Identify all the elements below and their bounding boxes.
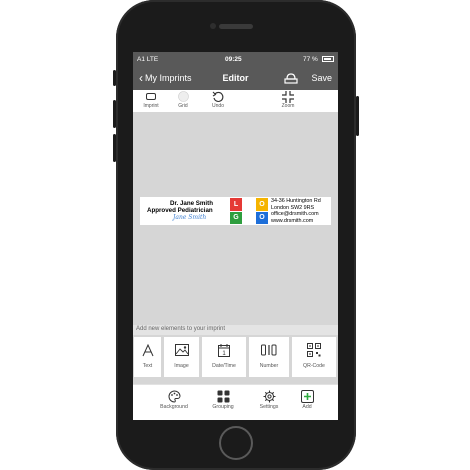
add-number-label: Number xyxy=(259,363,279,369)
navigation-bar: ‹ My Imprints Editor Save xyxy=(133,68,338,90)
address-line: 34-36 Huntington Rd xyxy=(271,198,321,204)
tab-grouping[interactable]: Grouping xyxy=(204,389,242,410)
logo-letter: O xyxy=(256,211,268,224)
gear-icon xyxy=(263,390,275,403)
logo-letter: L xyxy=(230,198,242,211)
tab-add[interactable]: Add xyxy=(288,389,326,410)
add-elements-row: Text Image 1 Date/Time Number QR-Code xyxy=(133,335,338,382)
imprint-icon xyxy=(146,93,156,100)
tool-grid-label: Grid xyxy=(178,103,188,109)
add-qr-code-label: QR-Code xyxy=(303,363,325,369)
calendar-icon: 1 xyxy=(218,343,230,357)
earpiece-speaker xyxy=(219,24,253,29)
zoom-icon xyxy=(282,90,294,103)
front-camera xyxy=(210,23,216,29)
imprint-address[interactable]: 34-36 Huntington Rd London SW2 9RS offic… xyxy=(271,198,321,224)
app-screen: A1 LTE 09:25 77 % ‹ My Imprints Editor S… xyxy=(133,52,338,420)
status-bar: A1 LTE 09:25 77 % xyxy=(133,52,338,68)
add-date-label: Date/Time xyxy=(212,363,236,369)
side-button-left-3 xyxy=(113,134,116,162)
battery-percent: 77 % xyxy=(303,56,318,63)
tab-add-label: Add xyxy=(302,404,312,410)
tool-grid[interactable]: Grid xyxy=(168,90,198,109)
stamp-icon[interactable] xyxy=(284,73,298,85)
add-elements-title: Add new elements to your imprint xyxy=(136,326,226,332)
tool-undo[interactable]: Undo xyxy=(203,90,233,109)
battery-icon xyxy=(322,56,334,62)
tab-grouping-label: Grouping xyxy=(212,404,234,410)
carrier-label: A1 LTE xyxy=(137,56,159,63)
palette-icon xyxy=(168,390,181,403)
logo-letter: G xyxy=(230,211,242,224)
home-button[interactable] xyxy=(219,426,253,460)
address-line: www.drsmith.com xyxy=(271,217,314,224)
tool-zoom-label: Zoom xyxy=(281,103,295,109)
tool-imprint[interactable]: Imprint xyxy=(136,90,166,109)
add-date-button[interactable]: 1 Date/Time xyxy=(202,337,246,377)
logo-blank xyxy=(243,198,255,211)
imprint-logo[interactable]: L O G O xyxy=(230,198,268,224)
grid-squares-icon xyxy=(217,390,229,403)
side-button-left-1 xyxy=(113,70,116,86)
tab-settings-label: Settings xyxy=(259,404,279,410)
add-elements-header: Add new elements to your imprint xyxy=(133,325,338,335)
bottom-tab-bar: Background Grouping Settings Add xyxy=(133,384,338,420)
add-text-label: Text xyxy=(142,363,153,369)
text-a-icon xyxy=(142,343,153,356)
add-image-button[interactable]: Image xyxy=(164,337,199,377)
add-qr-code-button[interactable]: QR-Code xyxy=(292,337,336,377)
phone-frame: A1 LTE 09:25 77 % ‹ My Imprints Editor S… xyxy=(113,0,359,470)
imprint-preview[interactable]: Dr. Jane Smith Approved Pediatrician Jan… xyxy=(140,197,331,225)
tab-background-label: Background xyxy=(160,404,188,410)
editor-canvas[interactable]: Dr. Jane Smith Approved Pediatrician Jan… xyxy=(133,112,338,325)
undo-icon xyxy=(212,91,224,102)
imprint-title[interactable]: Approved Pediatrician xyxy=(147,207,213,214)
grid-toggle-icon xyxy=(177,91,189,102)
editor-toolbar: Imprint Grid Undo Zoom xyxy=(133,90,338,113)
tool-imprint-label: Imprint xyxy=(143,103,159,109)
address-line: office@drsmith.com xyxy=(271,211,319,217)
image-icon xyxy=(174,344,189,356)
tool-undo-label: Undo xyxy=(212,103,224,109)
clock: 09:25 xyxy=(225,56,242,63)
logo-blank xyxy=(243,211,255,224)
add-image-label: Image xyxy=(174,363,189,369)
save-button[interactable]: Save xyxy=(311,73,332,83)
imprint-name[interactable]: Dr. Jane Smith xyxy=(170,200,213,207)
number-icon xyxy=(261,344,277,356)
tab-background[interactable]: Background xyxy=(155,389,193,410)
imprint-signature[interactable]: Jane Smith xyxy=(173,214,206,221)
side-button-left-2 xyxy=(113,100,116,128)
add-number-button[interactable]: Number xyxy=(249,337,289,377)
plus-square-icon xyxy=(300,390,314,403)
tool-zoom[interactable]: Zoom xyxy=(273,90,303,109)
add-text-button[interactable]: Text xyxy=(134,337,161,377)
page-title: Editor xyxy=(222,73,249,83)
qr-code-icon xyxy=(307,343,321,357)
side-button-right xyxy=(356,96,359,136)
tab-settings[interactable]: Settings xyxy=(250,389,288,410)
logo-letter: O xyxy=(256,198,268,211)
